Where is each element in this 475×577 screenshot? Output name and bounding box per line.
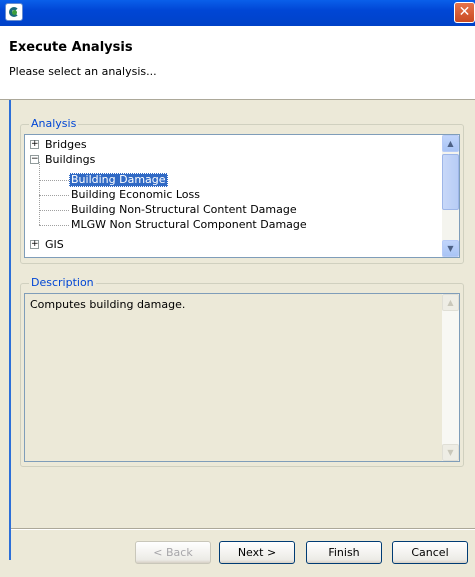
tree-item-label: MLGW Non Structural Component Damage — [71, 218, 307, 231]
app-logo-icon[interactable] — [5, 3, 23, 21]
tree-connector — [39, 162, 40, 225]
finish-button[interactable]: Finish — [306, 541, 382, 564]
description-group-label: Description — [29, 276, 96, 289]
wizard-header: Execute Analysis Please select an analys… — [0, 26, 475, 100]
tree-connector — [39, 210, 69, 211]
tree-item-label: Buildings — [45, 153, 96, 166]
scroll-up-arrow-icon[interactable]: ▲ — [442, 135, 459, 152]
description-scrollbar: ▲ ▼ — [442, 294, 459, 461]
next-button[interactable]: Next > — [219, 541, 295, 564]
tree-item-label: Building Non-Structural Content Damage — [71, 203, 297, 216]
expand-icon[interactable]: + — [30, 140, 39, 149]
cancel-button[interactable]: Cancel — [392, 541, 468, 564]
description-text-area[interactable]: Computes building damage. ▲ ▼ — [24, 293, 460, 462]
description-text: Computes building damage. — [30, 298, 186, 311]
tree-item-label: Building Damage — [69, 173, 168, 187]
analysis-tree[interactable]: + Bridges − Buildings Building Damage Bu… — [24, 134, 460, 258]
tree-scrollbar[interactable]: ▲ ▼ — [442, 135, 459, 257]
button-bar-separator — [11, 528, 475, 530]
tree-item-label: Bridges — [45, 138, 87, 151]
scroll-down-arrow-icon[interactable]: ▼ — [442, 240, 459, 257]
tree-item-label: GIS — [45, 238, 64, 251]
scroll-down-arrow-icon: ▼ — [442, 444, 459, 461]
expand-icon[interactable]: + — [30, 240, 39, 249]
tree-item-label: Building Economic Loss — [71, 188, 200, 201]
scroll-thumb[interactable] — [442, 154, 459, 210]
tree-connector — [39, 195, 69, 196]
collapse-icon[interactable]: − — [30, 155, 39, 164]
tree-connector — [39, 180, 69, 181]
left-edge-line — [9, 100, 11, 560]
tree-connector — [39, 225, 69, 226]
analysis-group-label: Analysis — [29, 117, 79, 130]
back-button[interactable]: < Back — [135, 541, 211, 564]
scroll-up-arrow-icon: ▲ — [442, 294, 459, 311]
page-subtitle: Please select an analysis... — [9, 65, 157, 78]
page-title: Execute Analysis — [9, 40, 133, 55]
title-bar: ✕ — [0, 0, 475, 26]
close-button[interactable]: ✕ — [454, 2, 475, 23]
